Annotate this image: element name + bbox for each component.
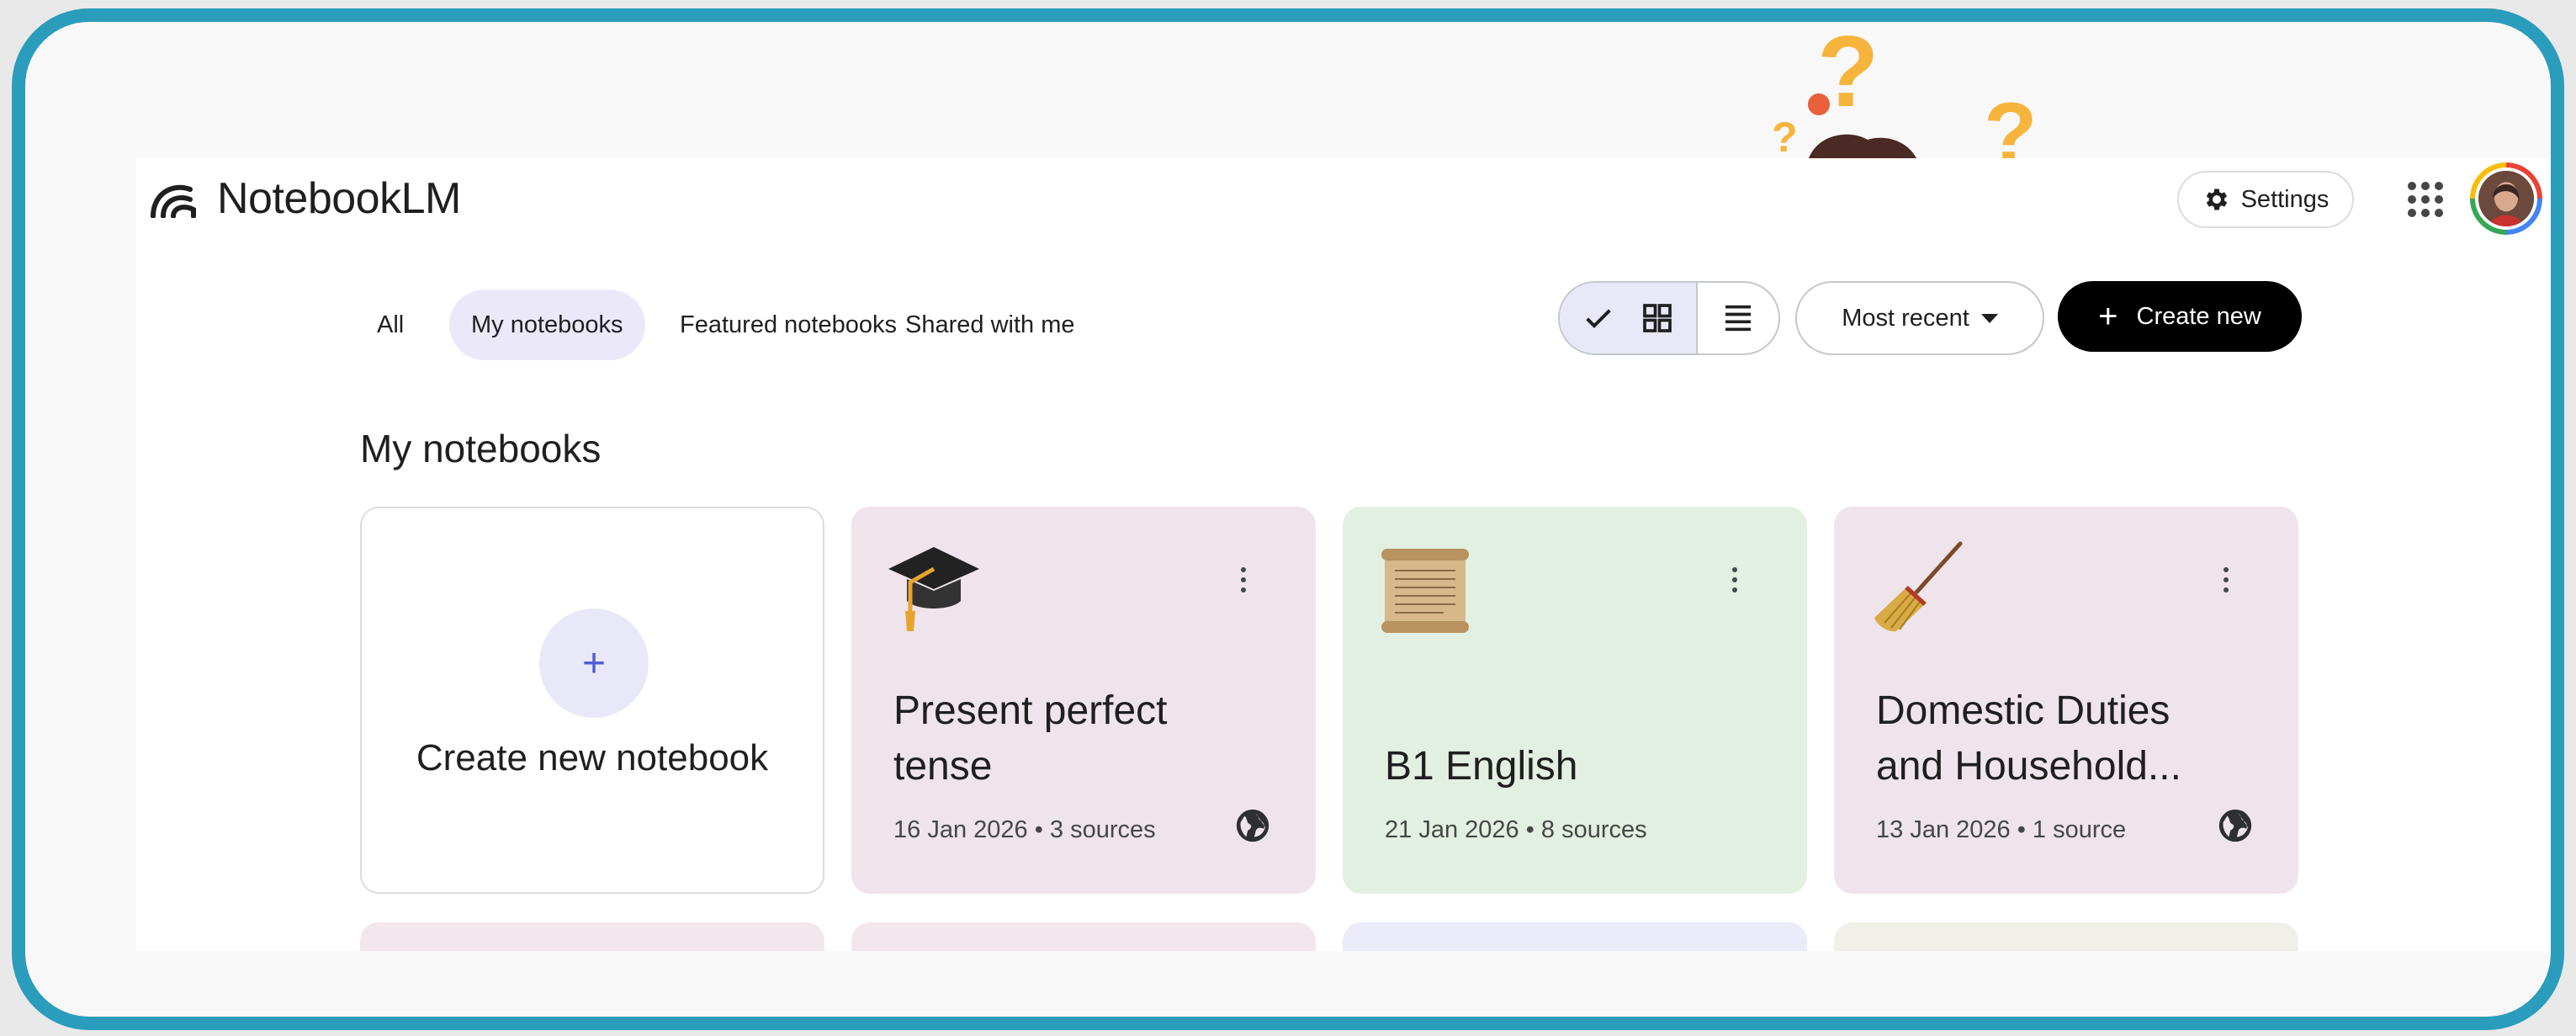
svg-text:?: ? [1984,85,2038,158]
screenshot-frame: ? ? ? NotebookLM Settings All My noteboo… [12,8,2564,1030]
public-globe-icon [2218,809,2252,842]
scroll-icon [1381,549,1469,633]
broom-icon [1874,541,1963,632]
tab-all[interactable]: All [355,290,426,360]
create-new-button[interactable]: + Create new [2058,281,2302,352]
plus-icon: + [539,608,649,718]
view-toggle [1558,281,1780,355]
notebook-meta: 21 Jan 2026 • 8 sources [1385,816,1647,843]
notebooklm-logo-icon [151,184,196,218]
more-options-icon[interactable] [1731,567,1738,592]
notebook-card-partial[interactable] [851,922,1316,951]
graduation-cap-icon [888,547,979,631]
user-photo-icon [2478,171,2534,226]
caret-down-icon [1980,313,1998,323]
sort-label: Most recent [1842,304,1969,332]
checkmark-icon [1586,309,1611,328]
grid-view-button[interactable] [1560,283,1698,353]
question-marks-decoration: ? ? ? [1772,22,2038,158]
settings-button[interactable]: Settings [2177,171,2354,228]
notebook-title-line2: tense [893,744,993,789]
settings-label: Settings [2240,185,2330,213]
tab-shared-with-me[interactable]: Shared with me [883,290,1097,360]
notebook-meta: 13 Jan 2026 • 1 source [1876,816,2127,843]
grid-view-icon [1643,304,1672,332]
notebook-card[interactable]: B1 English 21 Jan 2026 • 8 sources [1343,507,1807,894]
notebooklm-app: NotebookLM Settings All My notebooks Fea… [136,158,2551,951]
notebook-card-partial[interactable] [1834,922,2298,951]
more-options-icon[interactable] [2223,567,2229,592]
notebook-title: B1 English [1385,744,1578,789]
svg-text:?: ? [1772,114,1798,158]
notebook-title-line1: Domestic Duties [1876,688,2171,733]
account-avatar[interactable] [2470,162,2542,235]
create-new-label: Create new [2136,302,2261,330]
sort-dropdown[interactable]: Most recent [1795,281,2044,355]
app-name: NotebookLM [217,174,461,223]
notebook-meta: 16 Jan 2026 • 3 sources [893,816,1156,843]
list-view-icon [1725,305,1751,332]
tab-my-notebooks[interactable]: My notebooks [449,290,645,360]
notebook-card[interactable]: Present perfect tense 16 Jan 2026 • 3 so… [851,507,1316,894]
more-options-icon[interactable] [1240,567,1247,592]
notebook-title-line1: Present perfect [893,688,1168,733]
notebook-title-line2: and Household... [1876,744,2181,789]
create-notebook-card[interactable]: + Create new notebook [360,507,824,894]
public-globe-icon [1236,809,1269,842]
svg-text:?: ? [1817,22,1879,128]
plus-icon: + [2098,298,2118,335]
section-title: My notebooks [360,427,602,470]
gear-icon [2206,189,2227,210]
notebook-card[interactable]: Domestic Duties and Household... 13 Jan … [1834,507,2298,894]
google-apps-icon[interactable] [2404,178,2446,220]
create-notebook-label: Create new notebook [416,737,769,778]
list-view-button[interactable] [1698,283,1778,353]
notebook-card-partial[interactable] [360,922,824,951]
notebook-card-partial[interactable] [1343,922,1807,951]
tab-featured-notebooks[interactable]: Featured notebooks [658,290,919,360]
app-logo[interactable]: NotebookLM [150,173,461,224]
